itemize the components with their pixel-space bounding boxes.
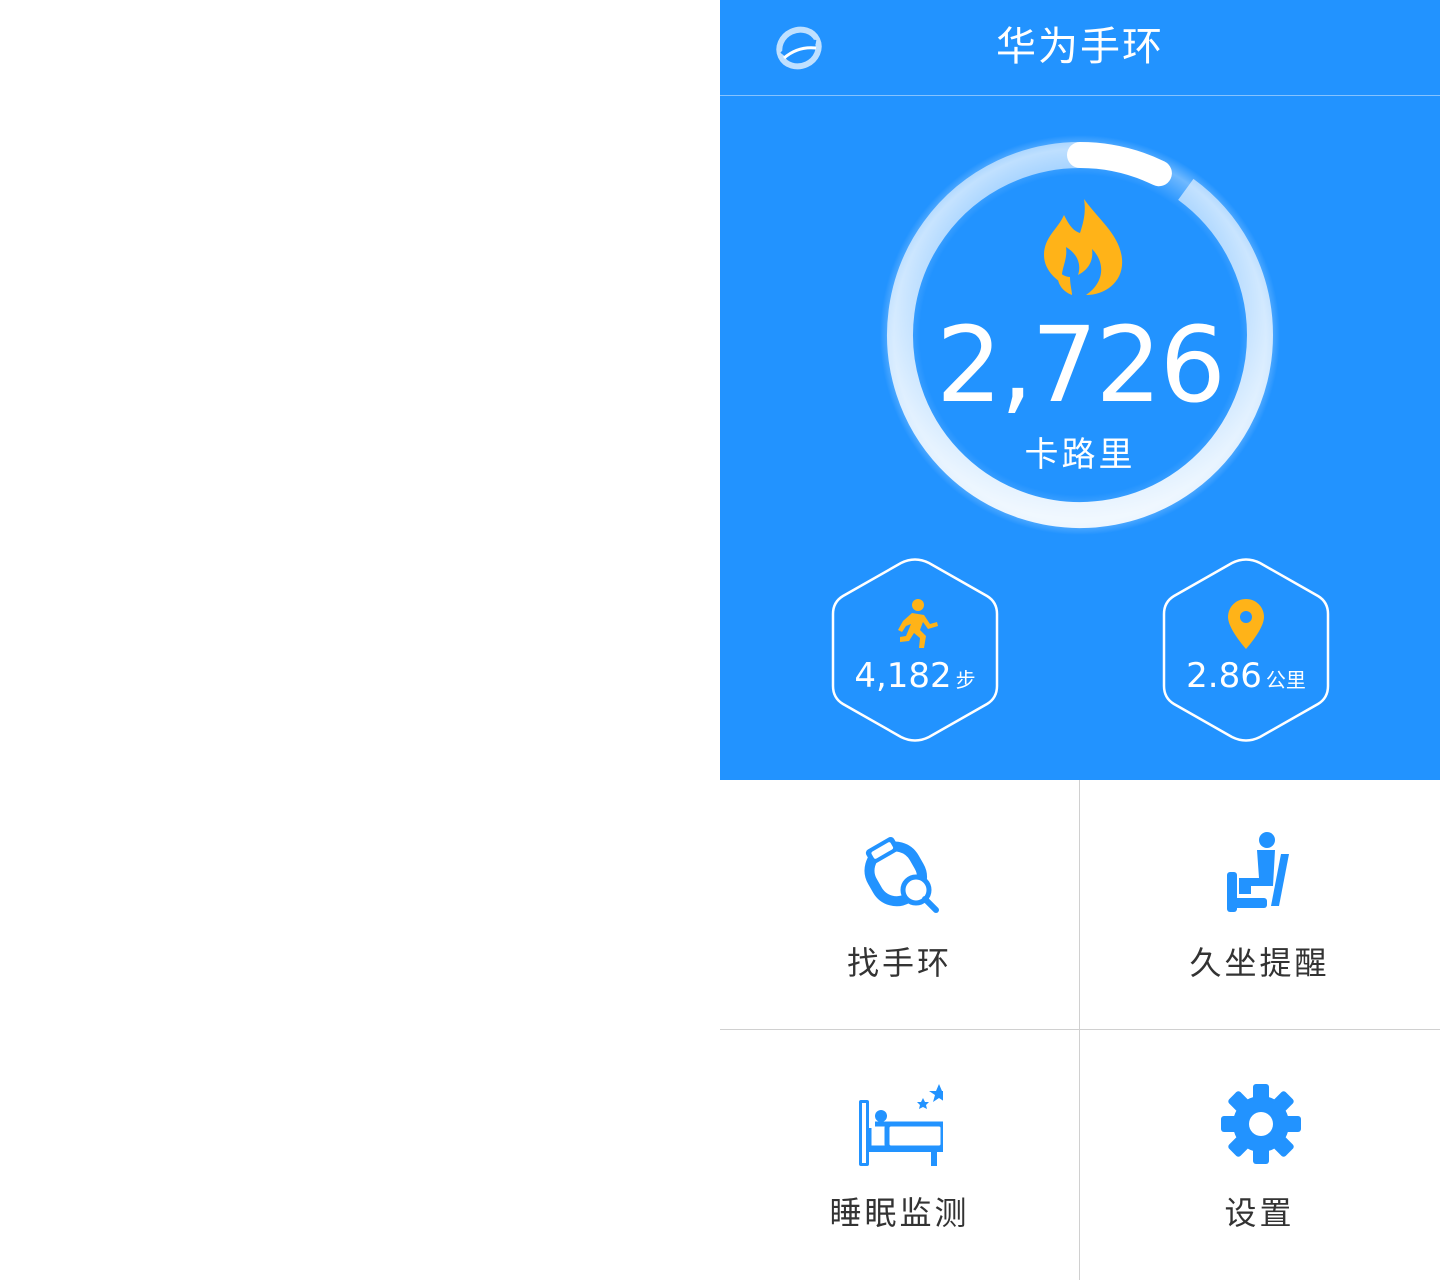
calorie-ring: 2,726 卡路里 xyxy=(880,135,1280,535)
find-band-label: 找手环 xyxy=(846,944,952,982)
band-app: 华为手环 2,726 卡路里 4,182 步 2.86 公里 找手环 久坐提醒 … xyxy=(720,0,1440,1280)
page: 华为手环 2,726 卡路里 4,182 步 2.86 公里 找手环 久坐提醒 … xyxy=(0,0,1440,1280)
sedentary-reminder-label: 久坐提醒 xyxy=(1189,944,1330,982)
settings-label: 设置 xyxy=(1224,1194,1295,1232)
hexagon-frame xyxy=(831,558,999,742)
distance-stat[interactable]: 2.86 公里 xyxy=(1161,558,1331,742)
steps-stat[interactable]: 4,182 步 xyxy=(830,558,1000,742)
hexagon-frame xyxy=(1162,558,1330,742)
sleep-monitor-label: 睡眠监测 xyxy=(829,1194,970,1232)
find-band-icon xyxy=(864,837,939,913)
steps-text: 4,182 步 xyxy=(830,656,1000,696)
distance-text: 2.86 公里 xyxy=(1161,656,1331,696)
header-bar: 华为手环 xyxy=(720,0,1440,96)
app-title: 华为手环 xyxy=(996,24,1164,70)
calorie-value: 2,726 xyxy=(936,304,1226,426)
flame-icon xyxy=(1044,199,1123,295)
steps-value: 4,182 xyxy=(854,656,952,696)
sedentary-icon xyxy=(1227,832,1289,912)
gear-icon xyxy=(1221,1084,1301,1164)
location-pin-icon xyxy=(1228,599,1264,649)
sleep-monitor-button[interactable]: 睡眠监测 xyxy=(720,1030,1079,1279)
activity-panel: 华为手环 2,726 卡路里 4,182 步 2.86 公里 xyxy=(720,0,1440,780)
sleep-icon xyxy=(859,1084,943,1166)
sedentary-reminder-button[interactable]: 久坐提醒 xyxy=(1080,780,1439,1029)
calorie-unit: 卡路里 xyxy=(1024,435,1136,475)
find-band-button[interactable]: 找手环 xyxy=(720,780,1079,1029)
running-icon xyxy=(898,599,938,648)
settings-button[interactable]: 设置 xyxy=(1080,1030,1439,1279)
feature-grid: 找手环 久坐提醒 睡眠监测 设置 xyxy=(720,780,1440,1280)
distance-unit: 公里 xyxy=(1265,668,1306,692)
blank-area xyxy=(0,0,720,1280)
steps-unit: 步 xyxy=(955,668,976,692)
distance-value: 2.86 xyxy=(1186,656,1262,696)
